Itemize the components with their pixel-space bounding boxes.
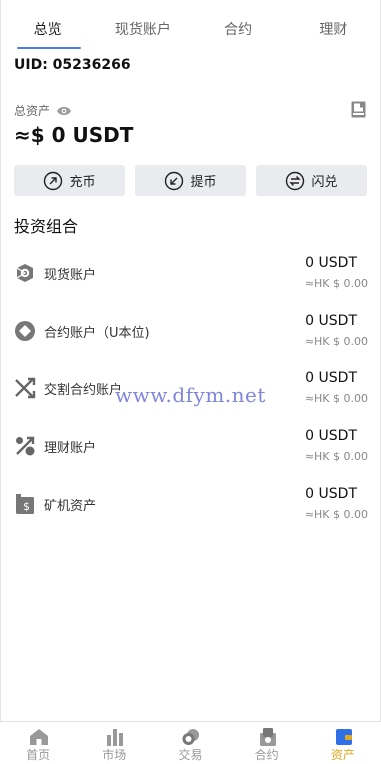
account-hk-value: ≈HK $ 0.00 [304, 334, 368, 348]
nav-assets[interactable]: 资产 [305, 722, 381, 764]
eye-icon[interactable] [56, 105, 72, 117]
tab-contract[interactable]: 合约 [191, 0, 286, 50]
deposit-label: 充币 [69, 175, 96, 190]
nav-label: 资产 [330, 748, 355, 762]
nav-market[interactable]: 市场 [76, 722, 152, 764]
nav-home[interactable]: 首页 [0, 722, 76, 764]
account-amount: 0 USDT [305, 485, 357, 502]
withdraw-button[interactable]: 提币 [135, 165, 246, 196]
watermark-text: www.dfym.net [115, 383, 266, 407]
finance-icon [16, 436, 35, 456]
mining-icon: $ [16, 493, 34, 514]
nav-label: 交易 [178, 748, 203, 762]
home-icon [30, 729, 48, 745]
deposit-button[interactable]: 充币 [14, 165, 125, 196]
total-assets-label-row: 总资产 [14, 102, 72, 119]
total-assets-value: ≈$ 0 USDT [14, 123, 134, 147]
account-name: 交割合约账户 [44, 383, 123, 399]
trade-icon [182, 729, 200, 745]
withdraw-label: 提币 [190, 175, 217, 190]
bottom-navigation: 首页 市场 交易 合约 资产 [0, 721, 381, 764]
account-hk-value: ≈HK $ 0.00 [304, 392, 368, 406]
wallet-icon [335, 729, 352, 745]
swap-button[interactable]: 闪兑 [256, 165, 367, 196]
record-book-icon[interactable] [351, 101, 366, 118]
account-amount: 0 USDT [305, 255, 357, 271]
account-name: 合约账户（U本位) [44, 325, 150, 341]
account-name: 理财账户 [44, 441, 97, 457]
account-hk-value: ≈HK $ 0.00 [304, 450, 368, 464]
account-hk-value: ≈HK $ 0.00 [304, 277, 368, 290]
delivery-icon [15, 378, 36, 399]
account-amount: 0 USDT [305, 312, 357, 329]
nav-trade[interactable]: 交易 [152, 722, 228, 764]
account-name: 现货账户 [44, 268, 97, 283]
account-hk-value: ≈HK $ 0.00 [304, 507, 368, 521]
action-buttons: 充币 提币 闪兑 [14, 165, 367, 196]
tab-overview[interactable]: 总览 [0, 0, 95, 50]
total-assets-label: 总资产 [14, 104, 51, 118]
account-row-mining[interactable]: $ 矿机资产 0 USDT ≈HK $ 0.00 [0, 477, 381, 535]
account-row-contract[interactable]: 合约账户（U本位) 0 USDT ≈HK $ 0.00 [0, 304, 381, 362]
nav-label: 市场 [102, 748, 127, 762]
swap-circle-icon [286, 171, 305, 190]
svg-text:$: $ [23, 500, 30, 513]
spot-icon [16, 264, 33, 282]
tab-finance[interactable]: 理财 [286, 0, 381, 50]
market-icon [107, 729, 124, 746]
portfolio-title: 投资组合 [14, 217, 79, 236]
account-amount: 0 USDT [305, 428, 357, 445]
swap-label: 闪兑 [311, 175, 338, 190]
account-row-spot[interactable]: 现货账户 0 USDT ≈HK $ 0.00 [0, 246, 381, 304]
user-uid: UID: 05236266 [14, 57, 131, 73]
account-name: 矿机资产 [44, 498, 97, 514]
arrow-down-left-circle-icon [165, 171, 184, 190]
account-row-finance[interactable]: 理财账户 0 USDT ≈HK $ 0.00 [0, 419, 381, 477]
tab-spot-account[interactable]: 现货账户 [95, 0, 190, 50]
nav-label: 首页 [26, 748, 51, 762]
contract-nav-icon [259, 728, 276, 746]
account-amount: 0 USDT [305, 370, 357, 387]
contract-icon [15, 320, 35, 341]
top-tabs: 总览 现货账户 合约 理财 [0, 0, 381, 50]
nav-label: 合约 [254, 748, 279, 762]
nav-contract[interactable]: 合约 [229, 722, 305, 764]
arrow-up-right-circle-icon [44, 171, 63, 190]
